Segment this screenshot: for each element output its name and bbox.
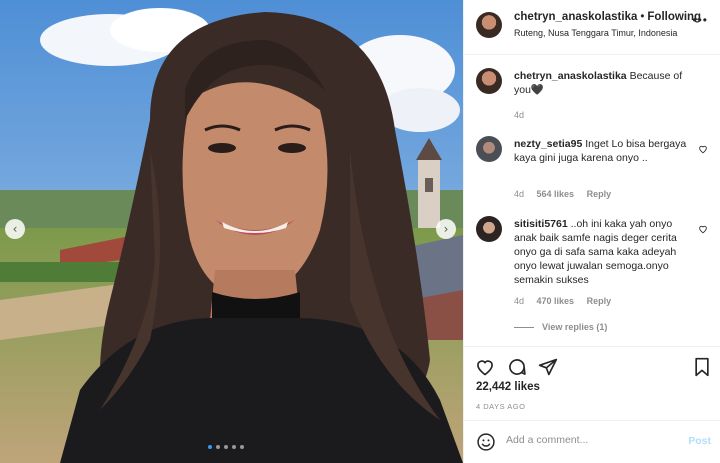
- more-horizontal-icon: •••: [692, 13, 708, 27]
- username-link[interactable]: chetryn_anaskolastika: [514, 11, 637, 23]
- comment-meta: 4d 470 likes Reply: [514, 296, 621, 306]
- avatar[interactable]: [476, 136, 502, 162]
- share-icon[interactable]: [538, 357, 558, 377]
- like-comment-heart-icon[interactable]: [698, 144, 708, 154]
- carousel-dot: [224, 445, 228, 449]
- comment-likes[interactable]: 564 likes: [537, 189, 575, 199]
- post-author: chetryn_anaskolastika • Following: [514, 11, 701, 23]
- post-timestamp[interactable]: 4 DAYS AGO: [476, 402, 525, 411]
- post-photo[interactable]: ‹ ›: [0, 0, 463, 463]
- carousel-dot: [240, 445, 244, 449]
- next-photo-button[interactable]: ›: [436, 219, 456, 239]
- previous-photo-button[interactable]: ‹: [5, 219, 25, 239]
- caption: chetryn_anaskolastika Because of you🖤 4d: [476, 68, 706, 128]
- post-header: chetryn_anaskolastika • Following Ruteng, …: [464, 0, 720, 55]
- comment-item: nezty_setia95 Inget Lo bisa bergaya kaya…: [476, 136, 708, 206]
- selfie-photo-illustration: [0, 0, 463, 463]
- chevron-right-icon: ›: [443, 222, 449, 236]
- avatar[interactable]: [476, 12, 502, 38]
- separator: •: [640, 11, 645, 23]
- likes-count[interactable]: 22,442 likes: [476, 381, 540, 393]
- comments-list[interactable]: chetryn_anaskolastika Because of you🖤 4d…: [464, 56, 720, 346]
- post-actions: 22,442 likes 4 DAYS AGO: [464, 346, 720, 421]
- like-comment-heart-icon[interactable]: [698, 224, 708, 234]
- post-comment-button[interactable]: Post: [688, 435, 711, 447]
- comment-meta: 4d: [514, 110, 534, 120]
- location-link[interactable]: Ruteng, Nusa Tenggara Timur, Indonesia: [514, 28, 677, 38]
- comment-age[interactable]: 4d: [514, 296, 524, 306]
- add-comment-bar: Post: [464, 420, 720, 463]
- comment-age[interactable]: 4d: [514, 110, 524, 120]
- emoji-icon[interactable]: [476, 432, 496, 452]
- carousel-dot: [208, 445, 212, 449]
- reply-button[interactable]: Reply: [587, 296, 612, 306]
- avatar[interactable]: [476, 68, 502, 94]
- comment-username[interactable]: chetryn_anaskolastika: [514, 70, 627, 82]
- bookmark-icon[interactable]: [692, 357, 712, 377]
- more-options-button[interactable]: •••: [692, 13, 708, 27]
- comment-input[interactable]: [506, 434, 676, 446]
- post-side-panel: chetryn_anaskolastika • Following Ruteng, …: [463, 0, 720, 463]
- avatar[interactable]: [476, 216, 502, 242]
- caption-text: chetryn_anaskolastika Because of you🖤: [514, 69, 694, 97]
- heart-icon[interactable]: [475, 357, 495, 377]
- carousel-dot: [216, 445, 220, 449]
- view-replies-button[interactable]: View replies (1): [514, 322, 607, 332]
- comment-age[interactable]: 4d: [514, 189, 524, 199]
- comment-text: sitisiti5761 ..oh ini kaka yah onyo anak…: [514, 217, 694, 287]
- comment-meta: 4d 564 likes Reply: [514, 189, 621, 199]
- comment-likes[interactable]: 470 likes: [537, 296, 575, 306]
- carousel-dot: [232, 445, 236, 449]
- chevron-left-icon: ‹: [12, 222, 18, 236]
- reply-button[interactable]: Reply: [587, 189, 612, 199]
- comment-text: nezty_setia95 Inget Lo bisa bergaya kaya…: [514, 137, 694, 165]
- comment-username[interactable]: nezty_setia95: [514, 138, 582, 150]
- comment-icon[interactable]: [507, 357, 527, 377]
- divider: [514, 327, 534, 329]
- carousel-indicator: [208, 445, 244, 449]
- comment-item: sitisiti5761 ..oh ini kaka yah onyo anak…: [476, 216, 708, 316]
- comment-username[interactable]: sitisiti5761: [514, 218, 568, 230]
- view-replies-label: View replies (1): [542, 322, 608, 332]
